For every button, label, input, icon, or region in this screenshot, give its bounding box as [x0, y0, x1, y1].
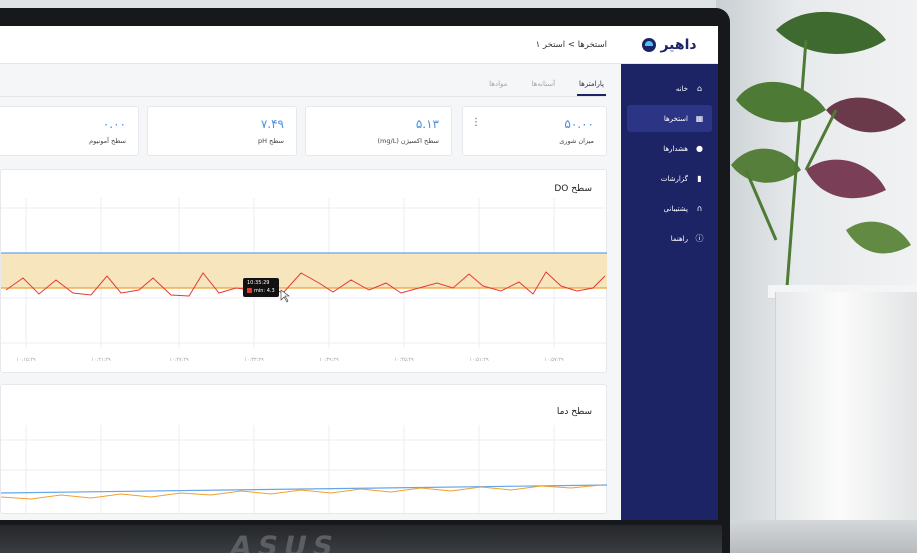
x-tick: ۱۰:۲۱:۲۹ [91, 357, 111, 363]
salinity-label: میزان شوری [559, 137, 594, 145]
temperature-chart[interactable] [1, 425, 607, 515]
ammonium-label: سطح آمونیوم [89, 137, 126, 145]
tab-thresholds[interactable]: آستانه‌ها [529, 74, 557, 96]
sidebar-item-label: گزارشات [660, 174, 688, 183]
tab-bar: پارامترها آستانه‌ها موادها [487, 74, 606, 96]
tab-materials[interactable]: موادها [487, 74, 509, 96]
parameter-cards: ۵۰.۰۰ میزان شوری ⋮ ۵.۱۳ سطح اکسیژن (mg/L… [0, 106, 607, 156]
ammonium-card[interactable]: ۰.۰۰ سطح آمونیوم [0, 106, 139, 156]
tooltip-value: min: 4.3 [254, 287, 275, 294]
breadcrumb[interactable]: استخرها > استخر ۱ [536, 40, 607, 50]
oxygen-label: سطح اکسیژن (mg/L) [377, 137, 440, 145]
chart-tooltip: 10:35:29 min: 4.3 [243, 278, 279, 297]
ammonium-value: ۰.۰۰ [102, 117, 126, 131]
brand-name: داهیر [660, 36, 697, 53]
x-tick: ۱۰:۱۵:۲۹ [16, 357, 36, 363]
bar-chart-icon: ▮ [697, 174, 702, 183]
x-tick: ۱۰:۳۳:۲۹ [244, 357, 264, 363]
sidebar-item-help[interactable]: ⓘ راهنما [627, 225, 712, 252]
laptop-brand-logo: ASUS [226, 530, 343, 553]
sidebar-item-support[interactable]: ∩ پشتیبانی [627, 195, 712, 222]
ph-label: سطح pH [257, 137, 284, 145]
sidebar-item-alerts[interactable]: ● هشدارها [627, 135, 712, 162]
x-tick: ۱۰:۵۱:۲۹ [469, 357, 489, 363]
tooltip-row: min: 4.3 [247, 287, 275, 296]
plant-leaves [731, 11, 911, 301]
tab-divider [0, 96, 606, 97]
sidebar-item-label: هشدارها [663, 144, 688, 153]
temperature-chart-panel: سطح دما [0, 384, 607, 515]
sidebar-item-home[interactable]: ⌂ خانه [627, 75, 712, 102]
ph-card[interactable]: ۷.۴۹ سطح pH [147, 106, 297, 156]
salinity-value: ۵۰.۰۰ [564, 117, 594, 131]
salinity-card[interactable]: ۵۰.۰۰ میزان شوری ⋮ [462, 106, 607, 156]
plant-pot [775, 292, 917, 527]
oxygen-card[interactable]: ۵.۱۳ سطح اکسیژن (mg/L) [305, 106, 452, 156]
x-axis-ticks: ۱۰:۱۵:۲۹ ۱۰:۲۱:۲۹ ۱۰:۲۷:۲۹ ۱۰:۳۳:۲۹ ۱۰:۳… [16, 357, 564, 363]
home-icon: ⌂ [696, 84, 703, 93]
app-screen: داهیر ⌂ خانه ▦ استخرها ● هشدارها ▮ گزارش… [0, 26, 718, 520]
x-tick: ۱۰:۵۷:۲۹ [544, 357, 564, 363]
chart-gridlines [1, 425, 607, 515]
threshold-band [1, 253, 607, 288]
info-icon: ⓘ [695, 234, 704, 243]
x-tick: ۱۰:۳۹:۲۹ [319, 357, 339, 363]
headset-icon: ∩ [696, 204, 703, 213]
x-tick: ۱۰:۴۵:۲۹ [394, 357, 414, 363]
do-chart[interactable]: ۱۰:۱۵:۲۹ ۱۰:۲۱:۲۹ ۱۰:۲۷:۲۹ ۱۰:۳۳:۲۹ ۱۰:۳… [1, 198, 607, 378]
app-logo[interactable]: داهیر [621, 26, 718, 64]
top-bar: استخرها > استخر ۱ [0, 26, 621, 64]
sidebar-nav: ⌂ خانه ▦ استخرها ● هشدارها ▮ گزارشات ∩ پ… [621, 64, 718, 252]
x-tick: ۱۰:۲۷:۲۹ [169, 357, 189, 363]
do-chart-title: سطح DO [554, 184, 592, 194]
grid-icon: ▦ [695, 114, 704, 123]
sidebar-item-reports[interactable]: ▮ گزارشات [627, 165, 712, 192]
laptop-base [0, 525, 722, 553]
temperature-chart-title: سطح دما [556, 407, 592, 417]
series-swatch [247, 287, 252, 293]
sidebar: داهیر ⌂ خانه ▦ استخرها ● هشدارها ▮ گزارش… [621, 26, 718, 520]
sidebar-item-ponds[interactable]: ▦ استخرها [627, 105, 712, 132]
sidebar-item-label: استخرها [663, 114, 688, 123]
bell-icon: ● [696, 144, 703, 153]
mouse-cursor-icon [280, 289, 290, 303]
tab-parameters[interactable]: پارامترها [577, 74, 606, 96]
tooltip-time: 10:35:29 [247, 280, 270, 286]
logo-mark-icon [642, 37, 657, 52]
more-options-icon[interactable]: ⋮ [471, 117, 481, 128]
do-chart-panel: سطح DO ۱۰:۱۵:۲۹ ۱۰:۲۱:۲۹ ۱۰:۲۷:۲۹ ۱۰:۳۳:… [0, 169, 607, 373]
oxygen-value: ۵.۱۳ [415, 117, 439, 131]
ph-value: ۷.۴۹ [260, 117, 284, 131]
sidebar-item-label: پشتیبانی [663, 204, 688, 213]
sidebar-item-label: راهنما [670, 234, 688, 243]
sidebar-item-label: خانه [675, 84, 688, 93]
